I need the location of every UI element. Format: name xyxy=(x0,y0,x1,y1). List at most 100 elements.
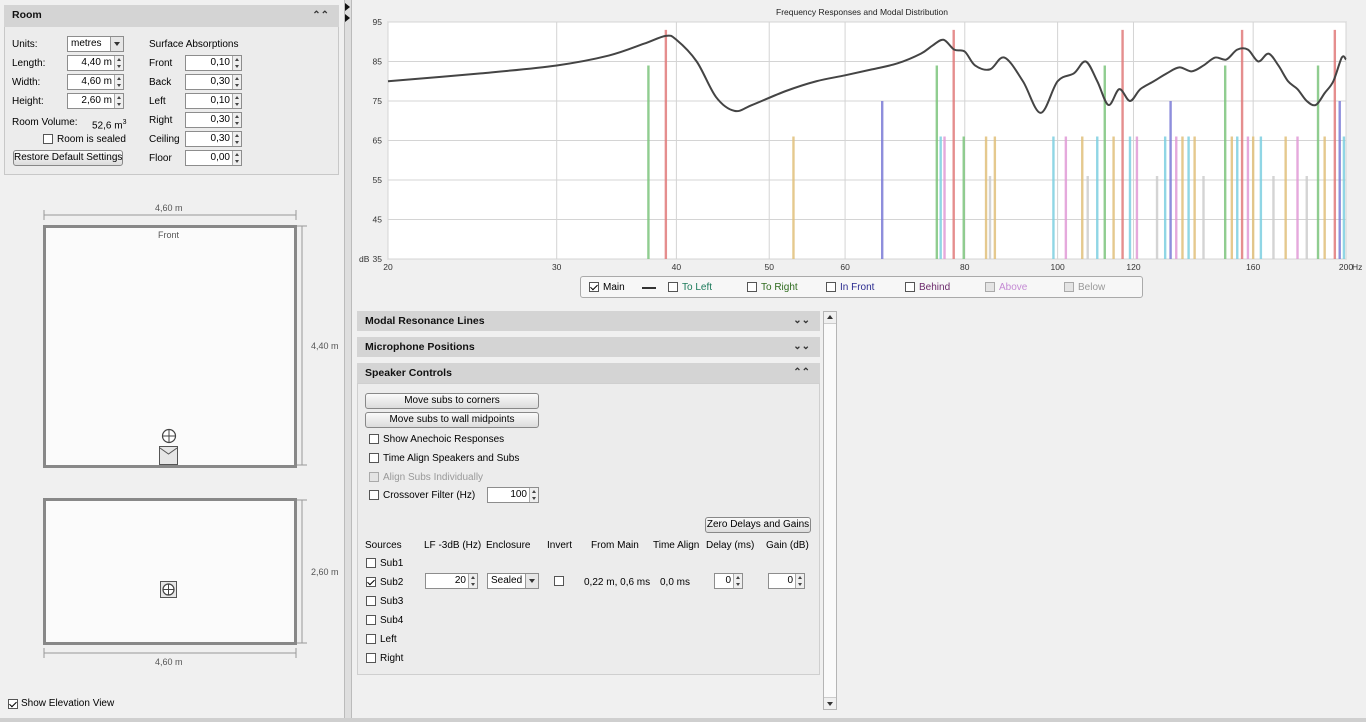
splitter-arrow-icon[interactable] xyxy=(344,2,352,24)
anechoic-label: Show Anechoic Responses xyxy=(383,434,505,445)
surface-input-floor[interactable]: 0,00 xyxy=(185,150,242,166)
crossover-checkbox[interactable] xyxy=(369,490,379,500)
crossover-input[interactable]: 100 xyxy=(487,487,539,503)
x-tick-label: 40 xyxy=(672,262,682,272)
sub2-gain-input[interactable]: 0 xyxy=(768,573,805,589)
spinner-icon[interactable] xyxy=(114,75,123,89)
units-select[interactable]: metres xyxy=(67,36,124,52)
source-label: Sub2 xyxy=(380,577,404,588)
subwoofer-elevation-icon[interactable] xyxy=(160,581,178,599)
collapse-chevron-icon[interactable]: ⌃⌃ xyxy=(793,363,810,383)
chevron-down-icon[interactable] xyxy=(110,37,123,51)
legend-checkbox-main[interactable] xyxy=(589,282,599,292)
legend-checkbox-in-front[interactable] xyxy=(826,282,836,292)
panel-splitter[interactable] xyxy=(344,0,352,722)
source-checkbox-sub2[interactable] xyxy=(366,577,376,587)
mic-positions-header[interactable]: Microphone Positions ⌄⌄ xyxy=(357,337,820,357)
move-subs-midpoints-button[interactable]: Move subs to wall midpoints xyxy=(365,412,539,428)
time-align-checkbox[interactable] xyxy=(369,453,379,463)
surface-input-right[interactable]: 0,30 xyxy=(185,112,242,128)
speaker-controls-header[interactable]: Speaker Controls ⌃⌃ xyxy=(357,363,820,383)
sub2-delay-input[interactable]: 0 xyxy=(714,573,743,589)
surface-input-ceiling[interactable]: 0,30 xyxy=(185,131,242,147)
legend-checkbox-above[interactable] xyxy=(985,282,995,292)
surface-value: 0,10 xyxy=(210,95,230,106)
legend-checkbox-to-left[interactable] xyxy=(668,282,678,292)
spinner-icon[interactable] xyxy=(232,151,241,165)
units-value: metres xyxy=(71,38,102,49)
legend-checkbox-behind[interactable] xyxy=(905,282,915,292)
move-subs-corners-button[interactable]: Move subs to corners xyxy=(365,393,539,409)
x-tick-label: 30 xyxy=(552,262,562,272)
show-elevation-checkbox[interactable] xyxy=(8,699,18,709)
anechoic-checkbox[interactable] xyxy=(369,434,379,444)
room-elevation-view[interactable] xyxy=(43,498,297,645)
sub2-lf-input[interactable]: 20 xyxy=(425,573,478,589)
spinner-icon[interactable] xyxy=(733,574,742,588)
room-header[interactable]: Room ⌃⌃ xyxy=(4,5,339,27)
surface-absorptions-title: Surface Absorptions xyxy=(149,39,239,50)
length-input[interactable]: 4,40 m xyxy=(67,55,124,71)
y-axis-label: dB xyxy=(359,254,370,264)
expand-chevron-icon[interactable]: ⌄⌄ xyxy=(793,311,810,331)
subwoofer-icon[interactable] xyxy=(159,446,179,465)
source-label: Sub3 xyxy=(380,596,404,607)
y-tick-label: 65 xyxy=(373,136,383,146)
expand-chevron-icon[interactable]: ⌄⌄ xyxy=(793,337,810,357)
zero-delays-gains-button[interactable]: Zero Delays and Gains xyxy=(705,517,811,533)
col-delay: Delay (ms) xyxy=(706,540,755,551)
width-input[interactable]: 4,60 m xyxy=(67,74,124,90)
col-sources: Sources xyxy=(365,540,402,551)
front-wall-label: Front xyxy=(158,230,180,240)
panel-scrollbar[interactable] xyxy=(823,311,837,710)
room-sealed-checkbox[interactable] xyxy=(43,134,53,144)
source-label: Sub1 xyxy=(380,558,404,569)
source-checkbox-left[interactable] xyxy=(366,634,376,644)
height-input[interactable]: 2,60 m xyxy=(67,93,124,109)
spinner-icon[interactable] xyxy=(795,574,804,588)
bottom-border xyxy=(0,718,1366,722)
source-checkbox-right[interactable] xyxy=(366,653,376,663)
spinner-icon[interactable] xyxy=(232,132,241,146)
elevation-height-dimension: 2,60 m xyxy=(311,567,339,577)
sub2-gain-value: 0 xyxy=(787,575,793,586)
sub2-enclosure-select[interactable]: Sealed xyxy=(487,573,539,589)
surface-label-back: Back xyxy=(149,77,172,88)
legend-line-swatch xyxy=(642,287,656,289)
spinner-icon[interactable] xyxy=(114,94,123,108)
surface-input-back[interactable]: 0,30 xyxy=(185,74,242,90)
spinner-icon[interactable] xyxy=(529,488,538,502)
restore-defaults-button[interactable]: Restore Default Settings xyxy=(13,150,123,166)
source-checkbox-sub1[interactable] xyxy=(366,558,376,568)
crossover-label: Crossover Filter (Hz) xyxy=(383,490,476,501)
spinner-icon[interactable] xyxy=(114,56,123,70)
height-label: Height: xyxy=(12,96,44,107)
modal-lines-header[interactable]: Modal Resonance Lines ⌄⌄ xyxy=(357,311,820,331)
sub2-invert-checkbox[interactable] xyxy=(554,576,564,586)
align-subs-checkbox[interactable] xyxy=(369,472,379,482)
legend-checkbox-to-right[interactable] xyxy=(747,282,757,292)
microphone-icon[interactable] xyxy=(161,428,177,444)
legend-label: Above xyxy=(999,282,1028,293)
y-tick-label: 95 xyxy=(373,17,383,27)
collapse-chevron-icon[interactable]: ⌃⌃ xyxy=(312,5,329,26)
surface-label-front: Front xyxy=(149,58,173,69)
spinner-icon[interactable] xyxy=(232,56,241,70)
col-gain: Gain (dB) xyxy=(766,540,809,551)
spinner-icon[interactable] xyxy=(232,75,241,89)
source-checkbox-sub3[interactable] xyxy=(366,596,376,606)
x-tick-label: 120 xyxy=(1126,262,1140,272)
legend-label: In Front xyxy=(840,282,875,293)
surface-input-front[interactable]: 0,10 xyxy=(185,55,242,71)
spinner-icon[interactable] xyxy=(468,574,477,588)
spinner-icon[interactable] xyxy=(232,113,241,127)
frequency-chart[interactable]: 9585756555453520 30 40 50 60 80 100 120 160 200dB… xyxy=(352,14,1366,276)
source-checkbox-sub4[interactable] xyxy=(366,615,376,625)
surface-input-left[interactable]: 0,10 xyxy=(185,93,242,109)
scroll-up-arrow-icon[interactable] xyxy=(824,312,836,324)
x-tick-label: 160 xyxy=(1246,262,1260,272)
chevron-down-icon[interactable] xyxy=(525,574,538,588)
spinner-icon[interactable] xyxy=(232,94,241,108)
legend-checkbox-below[interactable] xyxy=(1064,282,1074,292)
scroll-down-arrow-icon[interactable] xyxy=(824,697,836,709)
